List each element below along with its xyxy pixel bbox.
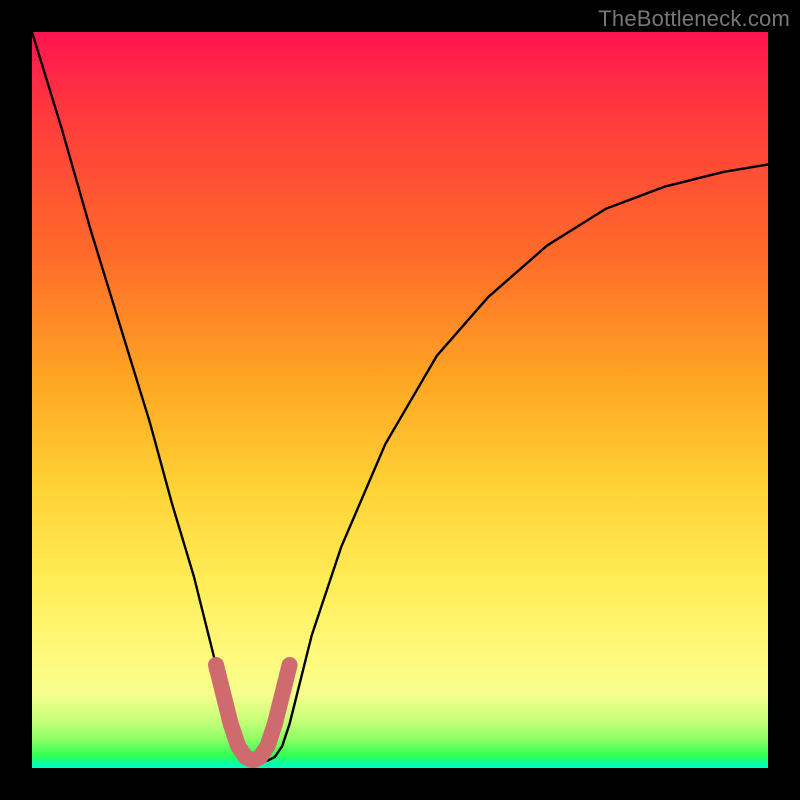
chart-canvas: TheBottleneck.com [0, 0, 800, 800]
curve-layer [32, 32, 768, 768]
valley-marker [216, 665, 290, 761]
bottleneck-curve [32, 32, 768, 761]
plot-area [32, 32, 768, 768]
watermark-text: TheBottleneck.com [598, 6, 790, 32]
